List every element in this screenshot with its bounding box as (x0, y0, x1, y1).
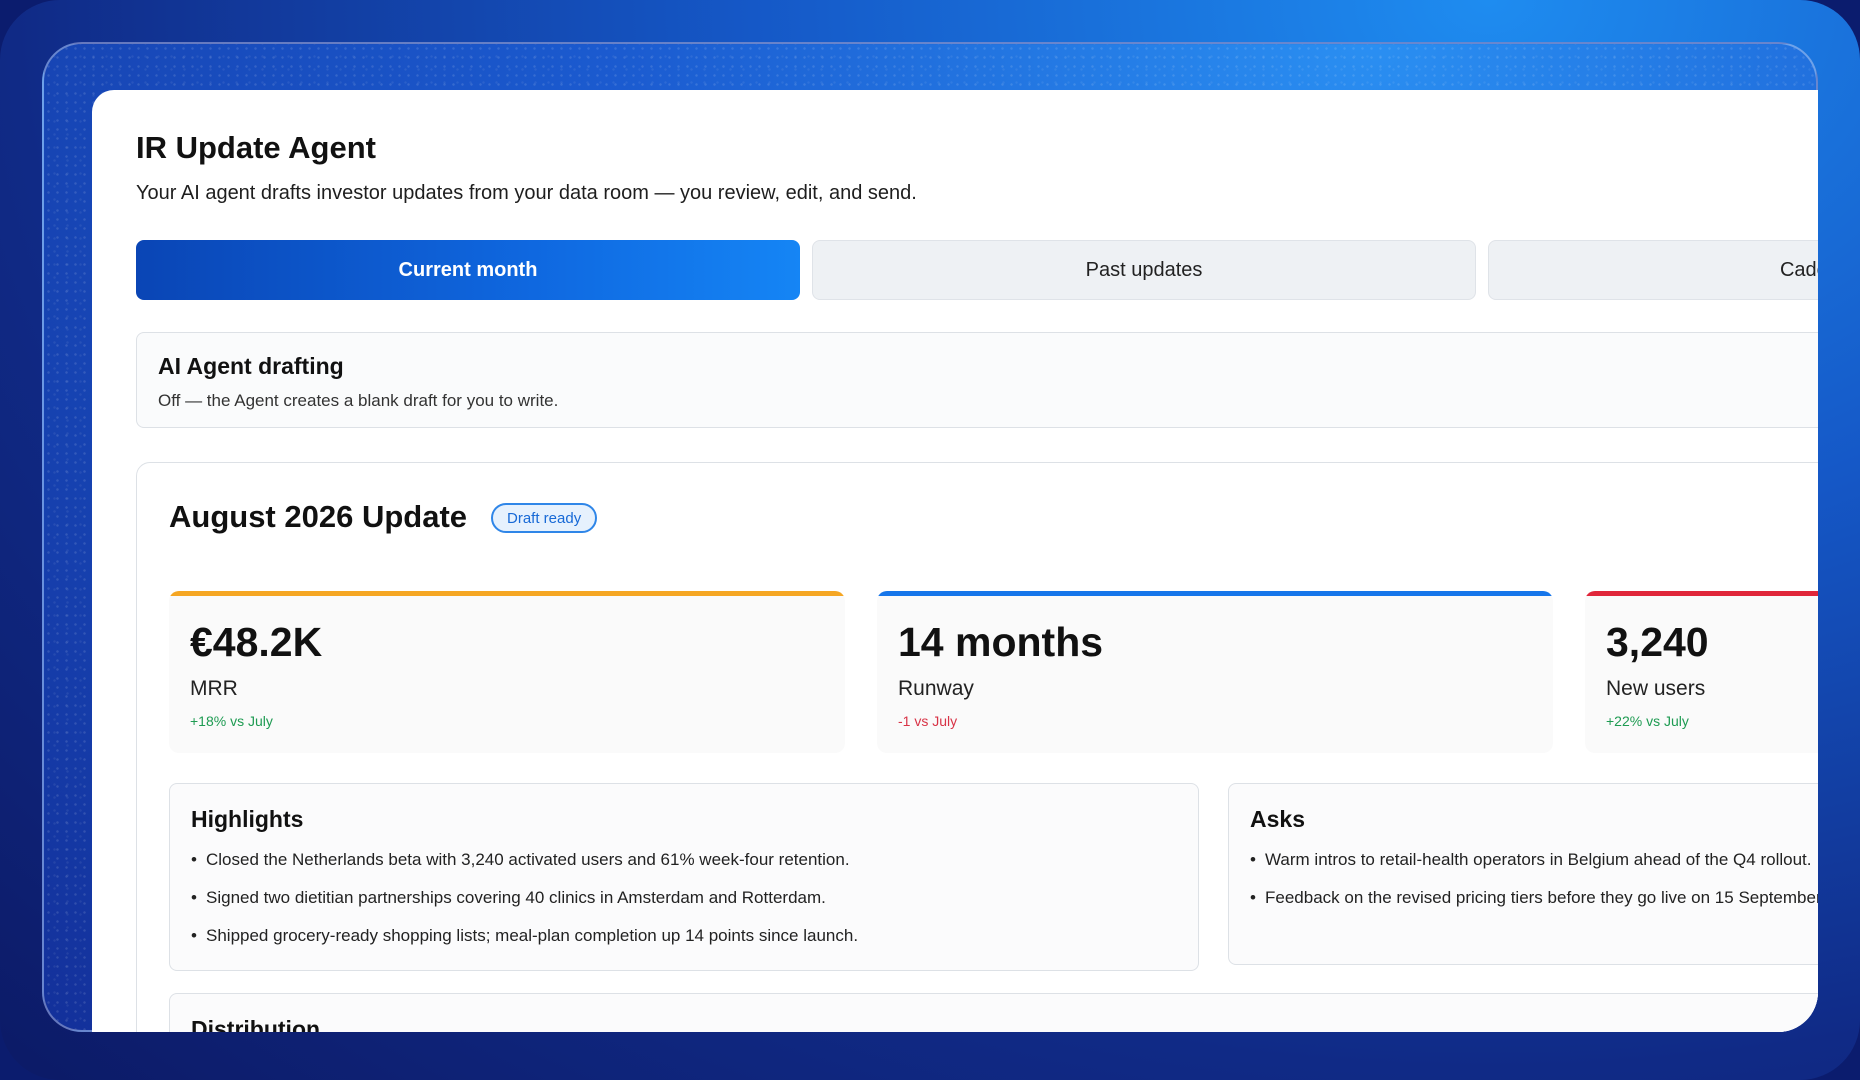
metric-value: €48.2K (190, 619, 323, 665)
metric-value: 14 months (898, 619, 1104, 665)
list-item: • Shipped grocery-ready shopping lists; m… (191, 924, 858, 962)
tab-cadence[interactable]: Cadence (1488, 240, 1818, 300)
metric-delta: -1 vs July (898, 713, 958, 729)
tab-bar: Current month Past updates Cadence (136, 240, 1818, 300)
bullet-icon: • (1250, 850, 1256, 869)
metric-accent-bar (169, 591, 845, 596)
bullet-icon: • (191, 888, 197, 907)
asks-panel: Asks • Warm intros to retail-health opera… (1228, 783, 1818, 965)
highlights-title: Highlights (191, 806, 304, 832)
highlight-text: Signed two dietitian partnerships coveri… (206, 888, 826, 907)
metric-card-mrr: €48.2K MRR +18% vs July (169, 591, 845, 753)
metric-accent-bar (1585, 591, 1818, 596)
distribution-panel: Distribution (169, 993, 1818, 1032)
metric-value: 3,240 (1606, 619, 1709, 665)
tab-current-month[interactable]: Current month (136, 240, 800, 300)
metric-card-runway: 14 months Runway -1 vs July (877, 591, 1553, 753)
app-window: IR Update Agent Your AI agent drafts inv… (92, 90, 1818, 1032)
asks-list: • Warm intros to retail-health operators … (1250, 848, 1818, 924)
metric-label: New users (1606, 677, 1706, 700)
page-title: IR Update Agent (136, 130, 376, 165)
background-frame: IR Update Agent Your AI agent drafts inv… (0, 0, 1860, 1080)
metric-card-new-users: 3,240 New users +22% vs July (1585, 591, 1818, 753)
ai-drafting-title: AI Agent drafting (158, 353, 344, 379)
highlights-list: • Closed the Netherlands beta with 3,240 … (191, 848, 858, 962)
metric-label: MRR (190, 677, 238, 700)
update-card: August 2026 Update Draft ready €48.2K MR… (136, 462, 1818, 1032)
distribution-title: Distribution (191, 1016, 321, 1032)
list-item: • Warm intros to retail-health operators … (1250, 848, 1818, 886)
update-title: August 2026 Update (169, 499, 468, 534)
highlight-text: Closed the Netherlands beta with 3,240 a… (206, 850, 850, 869)
status-badge: Draft ready (491, 503, 598, 533)
highlights-panel: Highlights • Closed the Netherlands beta … (169, 783, 1199, 971)
highlight-text: Shipped grocery-ready shopping lists; me… (206, 926, 859, 945)
metric-label: Runway (898, 677, 974, 700)
metric-accent-bar (877, 591, 1553, 596)
ask-text: Warm intros to retail-health operators i… (1265, 850, 1812, 869)
bullet-icon: • (191, 926, 197, 945)
ask-text: Feedback on the revised pricing tiers be… (1265, 888, 1818, 907)
ai-drafting-setting[interactable]: AI Agent drafting Off — the Agent create… (136, 332, 1818, 428)
bullet-icon: • (1250, 888, 1256, 907)
list-item: • Feedback on the revised pricing tiers b… (1250, 886, 1818, 924)
bullet-icon: • (191, 850, 197, 869)
metric-delta: +22% vs July (1606, 713, 1689, 729)
tab-past-updates[interactable]: Past updates (812, 240, 1476, 300)
list-item: • Signed two dietitian partnerships cover… (191, 886, 858, 924)
metric-delta: +18% vs July (190, 713, 273, 729)
page-subtitle: Your AI agent drafts investor updates fr… (136, 182, 917, 204)
ai-drafting-description: Off — the Agent creates a blank draft fo… (158, 391, 559, 410)
asks-title: Asks (1250, 806, 1305, 832)
list-item: • Closed the Netherlands beta with 3,240 … (191, 848, 858, 886)
